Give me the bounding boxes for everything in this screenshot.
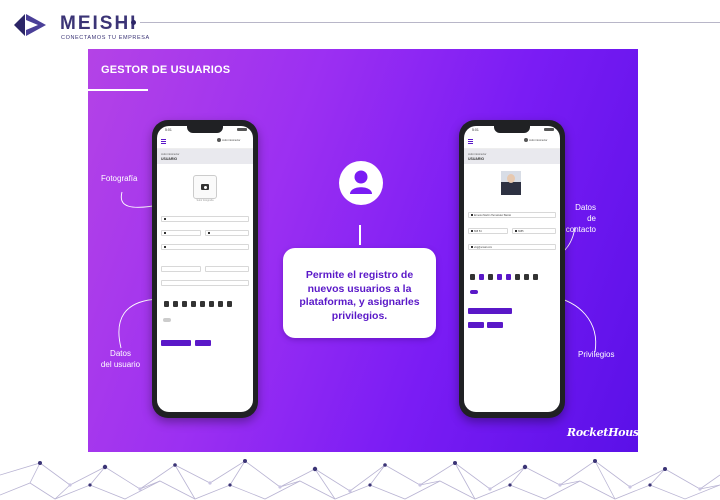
page-header: Administrador USUARIO <box>464 149 560 164</box>
battery-icon <box>544 128 554 131</box>
header-divider <box>140 22 720 23</box>
privilege-toggle[interactable] <box>227 301 232 307</box>
header-dot <box>131 20 136 25</box>
privilege-toggle[interactable] <box>533 274 538 280</box>
feature-card: Permite el registro de nuevos usuarios a… <box>283 248 436 338</box>
privilege-toggle[interactable] <box>191 301 196 307</box>
phone-field[interactable]: 668 54 <box>468 228 508 234</box>
email-field[interactable] <box>161 244 249 250</box>
photo-caption: Subir fotografía <box>196 199 214 202</box>
page-title: USUARIO <box>468 157 485 161</box>
status-time: 5:01 <box>165 128 172 132</box>
meishi-logo-icon <box>14 14 46 36</box>
active-toggle[interactable] <box>163 318 171 322</box>
brand-logo[interactable]: MEISHI CONECTAMOS TU EMPRESA <box>14 12 154 41</box>
privilege-toggle[interactable] <box>497 274 502 280</box>
confirm-password-field[interactable] <box>205 266 249 272</box>
ext-field[interactable] <box>205 230 249 236</box>
privilege-toggle[interactable] <box>164 301 169 307</box>
privilege-toggle[interactable] <box>488 274 493 280</box>
status-time: 5:01 <box>472 128 479 132</box>
change-password-button[interactable] <box>468 308 512 314</box>
notes-field[interactable] <box>161 280 249 286</box>
breadcrumb: Administrador <box>161 152 180 156</box>
photo-upload[interactable] <box>193 175 217 199</box>
privileges-row <box>470 274 538 280</box>
app-bar: Administrador <box>157 136 253 149</box>
save-button[interactable] <box>161 340 191 346</box>
ext-field[interactable]: 6685 <box>512 228 556 234</box>
user-icon <box>350 170 372 194</box>
rockethouse-logo: RocketHouse <box>567 426 638 439</box>
slide-panel: GESTOR DE USUARIOS Fotografía Datos del … <box>88 49 638 452</box>
callout-privilegios: Privilegios <box>578 350 615 359</box>
callout-datos-usuario: Datos del usuario <box>100 349 141 369</box>
privilege-toggle[interactable] <box>506 274 511 280</box>
cancel-button[interactable] <box>487 322 503 328</box>
privilege-toggle[interactable] <box>182 301 187 307</box>
privilege-toggle[interactable] <box>515 274 520 280</box>
phone-mockup-right: 5:01 Administrador Administrador USUARIO… <box>459 120 565 418</box>
cancel-button[interactable] <box>195 340 211 346</box>
page-title: USUARIO <box>161 157 178 161</box>
phone-mockup-left: 5:01 Administrador Administrador USUARIO… <box>152 120 258 418</box>
user-photo[interactable] <box>501 171 521 195</box>
phone-screen-left: 5:01 Administrador Administrador USUARIO… <box>157 126 253 412</box>
page-header: Administrador USUARIO <box>157 149 253 164</box>
user-menu[interactable]: Administrador <box>524 138 548 142</box>
app-bar: Administrador <box>464 136 560 149</box>
battery-icon <box>237 128 247 131</box>
feature-description: Permite el registro de nuevos usuarios a… <box>299 269 420 322</box>
user-menu[interactable]: Administrador <box>217 138 241 142</box>
privilege-toggle[interactable] <box>524 274 529 280</box>
name-field[interactable] <box>161 216 249 222</box>
brand-name: MEISHI <box>60 13 138 34</box>
privilege-toggle[interactable] <box>173 301 178 307</box>
menu-icon[interactable] <box>161 139 166 144</box>
privilege-toggle[interactable] <box>200 301 205 307</box>
password-field[interactable] <box>161 266 201 272</box>
menu-icon[interactable] <box>468 139 473 144</box>
name-field[interactable]: Ernesto Martín Hernández Bazán <box>468 212 556 218</box>
privilege-toggle[interactable] <box>470 274 475 280</box>
slide-title: GESTOR DE USUARIOS <box>101 64 231 76</box>
breadcrumb: Administrador <box>468 152 487 156</box>
user-badge <box>339 161 383 205</box>
privilege-toggle[interactable] <box>479 274 484 280</box>
badge-connector <box>359 225 361 245</box>
privileges-row <box>164 301 232 307</box>
callout-fotografia: Fotografía <box>101 174 138 183</box>
network-decoration <box>0 459 720 500</box>
privilege-toggle[interactable] <box>218 301 223 307</box>
brand-tagline: CONECTAMOS TU EMPRESA <box>61 35 150 41</box>
privilege-toggle[interactable] <box>209 301 214 307</box>
title-underline <box>88 89 148 91</box>
active-toggle[interactable] <box>470 290 478 294</box>
email-field[interactable]: ehg@email.com <box>468 244 556 250</box>
save-button[interactable] <box>468 322 484 328</box>
phone-field[interactable] <box>161 230 201 236</box>
camera-icon <box>201 184 209 190</box>
phone-screen-right: 5:01 Administrador Administrador USUARIO… <box>464 126 560 412</box>
